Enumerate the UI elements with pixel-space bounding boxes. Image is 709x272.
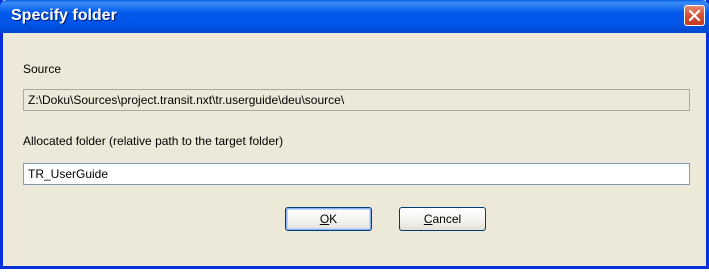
allocated-folder-input[interactable]: TR_UserGuide xyxy=(23,163,690,185)
ok-button-accel: O xyxy=(319,212,330,226)
close-icon xyxy=(688,9,701,22)
cancel-button-label: ancel xyxy=(432,212,462,226)
source-field: Z:\Doku\Sources\project.transit.nxt\tr.u… xyxy=(23,89,690,111)
title-bar[interactable]: Specify folder xyxy=(0,0,709,33)
close-button[interactable] xyxy=(684,5,705,26)
dialog-content: Source Z:\Doku\Sources\project.transit.n… xyxy=(3,33,706,266)
window-title: Specify folder xyxy=(11,7,117,24)
allocated-folder-label: Allocated folder (relative path to the t… xyxy=(23,134,284,148)
cancel-button[interactable]: Cancel xyxy=(399,207,486,231)
dialog-window: Specify folder Source Z:\Doku\Sources\pr… xyxy=(0,0,709,269)
ok-button-label: K xyxy=(329,212,338,226)
ok-button[interactable]: OK xyxy=(285,207,372,231)
source-label: Source xyxy=(23,62,62,76)
